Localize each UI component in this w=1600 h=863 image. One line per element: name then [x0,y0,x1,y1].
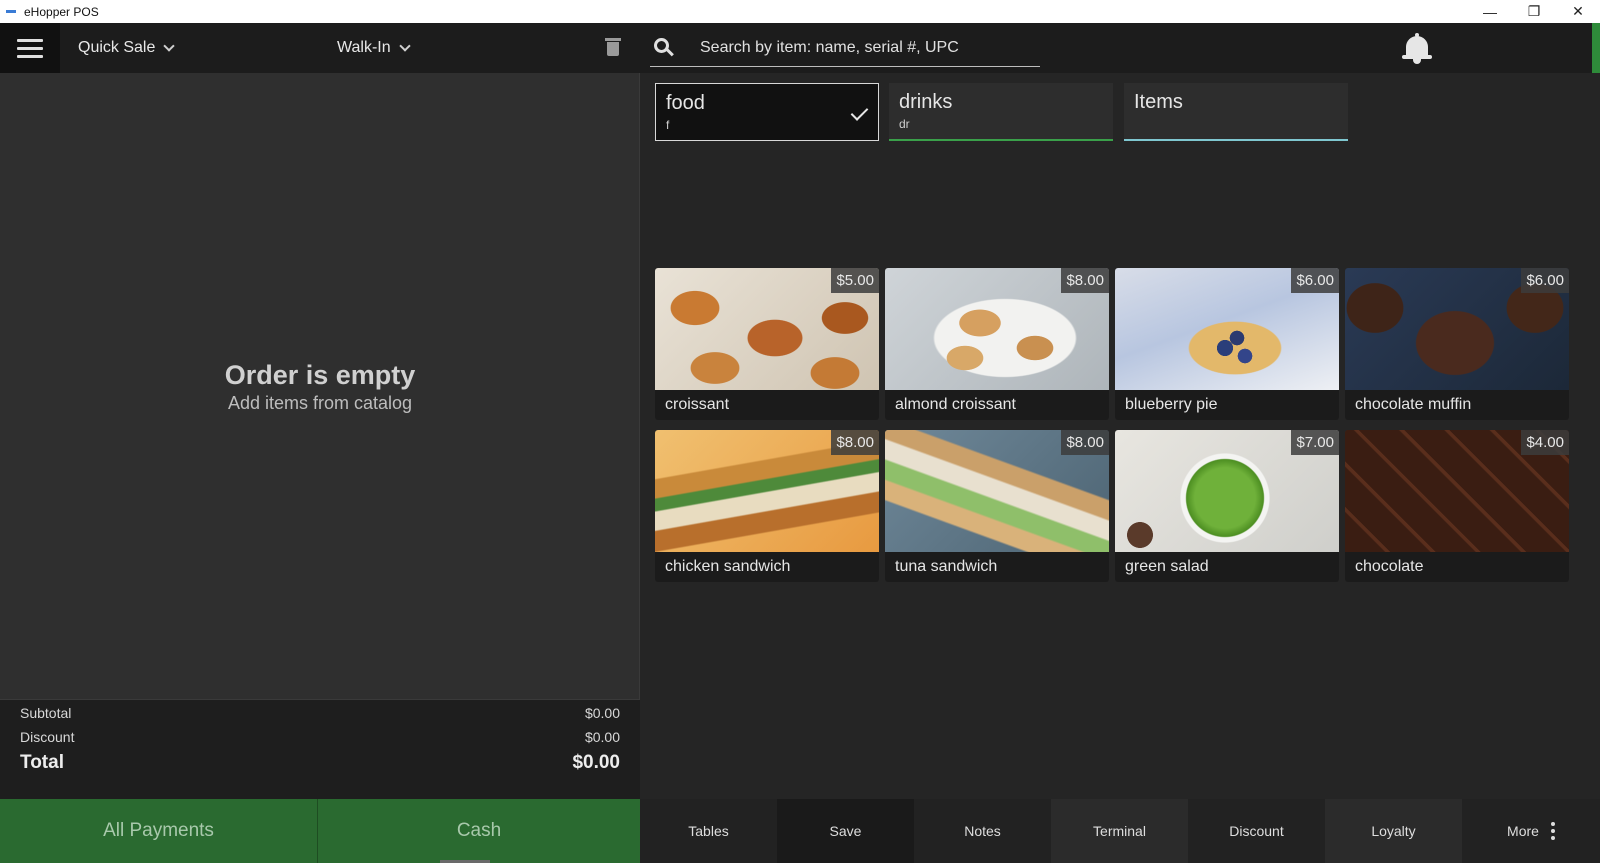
order-header: Quick Sale Walk-In [0,23,640,73]
item-tile-croissant[interactable]: $5.00 croissant [655,268,879,420]
category-tab-drinks[interactable]: drinks dr [889,83,1113,141]
discount-button[interactable]: Discount [1188,799,1325,863]
app-icon [6,10,16,13]
item-name: almond croissant [895,396,1016,413]
order-panel: Order is empty Add items from catalog [0,73,640,699]
item-tile-tuna-sandwich[interactable]: $8.00 tuna sandwich [885,430,1109,582]
discount-row: Discount $0.00 [20,729,620,745]
cash-button[interactable]: Cash [318,799,640,863]
category-name: drinks [899,91,953,113]
item-tile-almond-croissant[interactable]: $8.00 almond croissant [885,268,1109,420]
item-name: chicken sandwich [665,558,791,575]
tables-button[interactable]: Tables [640,799,777,863]
item-name: blueberry pie [1125,396,1218,413]
category-tab-food[interactable]: food f [655,83,879,141]
discount-value: $0.00 [584,729,620,745]
category-tab-items[interactable]: Items [1124,83,1348,141]
chevron-down-icon [398,39,411,52]
status-edge [1592,23,1600,73]
payment-bar: All Payments Cash [0,799,640,863]
item-name: croissant [665,396,730,413]
item-name: tuna sandwich [895,558,998,575]
minimize-button[interactable]: — [1468,0,1512,23]
category-abbr: f [666,118,670,132]
terminal-button[interactable]: Terminal [1051,799,1188,863]
more-button[interactable]: More [1462,799,1600,863]
notes-button[interactable]: Notes [914,799,1051,863]
subtotal-value: $0.00 [584,705,620,721]
bell-icon[interactable] [1402,33,1432,65]
item-price: $6.00 [1291,268,1339,293]
item-tile-green-salad[interactable]: $7.00 green salad [1115,430,1339,582]
item-price: $5.00 [831,268,879,293]
catalog-panel: food f drinks dr Items $5.00 croissant $… [640,73,1600,799]
search-icon[interactable] [654,37,674,58]
item-name: chocolate muffin [1355,396,1472,413]
menu-icon[interactable] [0,23,60,73]
window-controls: — ❐ ✕ [1468,0,1600,23]
trash-icon[interactable] [605,38,621,56]
item-price: $8.00 [831,430,879,455]
total-value: $0.00 [572,752,620,773]
search-input[interactable] [700,38,1030,57]
more-vertical-icon [1550,822,1555,840]
total-row: Total $0.00 [20,752,620,774]
all-payments-button[interactable]: All Payments [0,799,318,863]
item-price: $6.00 [1521,268,1569,293]
total-label: Total [20,752,64,773]
item-tile-chocolate[interactable]: $4.00 chocolate [1345,430,1569,582]
category-abbr: dr [899,117,910,131]
window-title: eHopper POS [24,4,99,19]
item-name: chocolate [1355,558,1424,575]
item-tile-chicken-sandwich[interactable]: $8.00 chicken sandwich [655,430,879,582]
search-bar [650,29,1040,67]
order-empty-subtitle: Add items from catalog [227,393,413,413]
item-tile-chocolate-muffin[interactable]: $6.00 chocolate muffin [1345,268,1569,420]
totals-panel: Subtotal $0.00 Discount $0.00 Total $0.0… [0,699,640,799]
customer-label: Walk-In [337,39,391,56]
loyalty-button[interactable]: Loyalty [1325,799,1462,863]
item-price: $7.00 [1291,430,1339,455]
save-button[interactable]: Save [777,799,914,863]
category-name: food [666,92,705,114]
close-button[interactable]: ✕ [1556,0,1600,23]
item-price: $4.00 [1521,430,1569,455]
sale-type-label: Quick Sale [78,39,156,56]
action-bar: Tables Save Notes Terminal Discount Loya… [640,799,1600,863]
chevron-down-icon [163,39,176,52]
customer-dropdown[interactable]: Walk-In [337,23,411,73]
restore-button[interactable]: ❐ [1512,0,1556,23]
category-name: Items [1134,91,1183,113]
sale-type-dropdown[interactable]: Quick Sale [78,23,176,73]
item-name: green salad [1125,558,1209,575]
item-price: $8.00 [1061,268,1109,293]
order-empty-title: Order is empty [224,360,416,390]
catalog-header [640,23,1600,73]
subtotal-row: Subtotal $0.00 [20,705,620,721]
item-price: $8.00 [1061,430,1109,455]
subtotal-label: Subtotal [20,705,72,721]
more-label: More [1507,823,1539,839]
item-tile-blueberry-pie[interactable]: $6.00 blueberry pie [1115,268,1339,420]
discount-label: Discount [20,729,75,745]
title-bar: eHopper POS — ❐ ✕ [0,0,1600,23]
